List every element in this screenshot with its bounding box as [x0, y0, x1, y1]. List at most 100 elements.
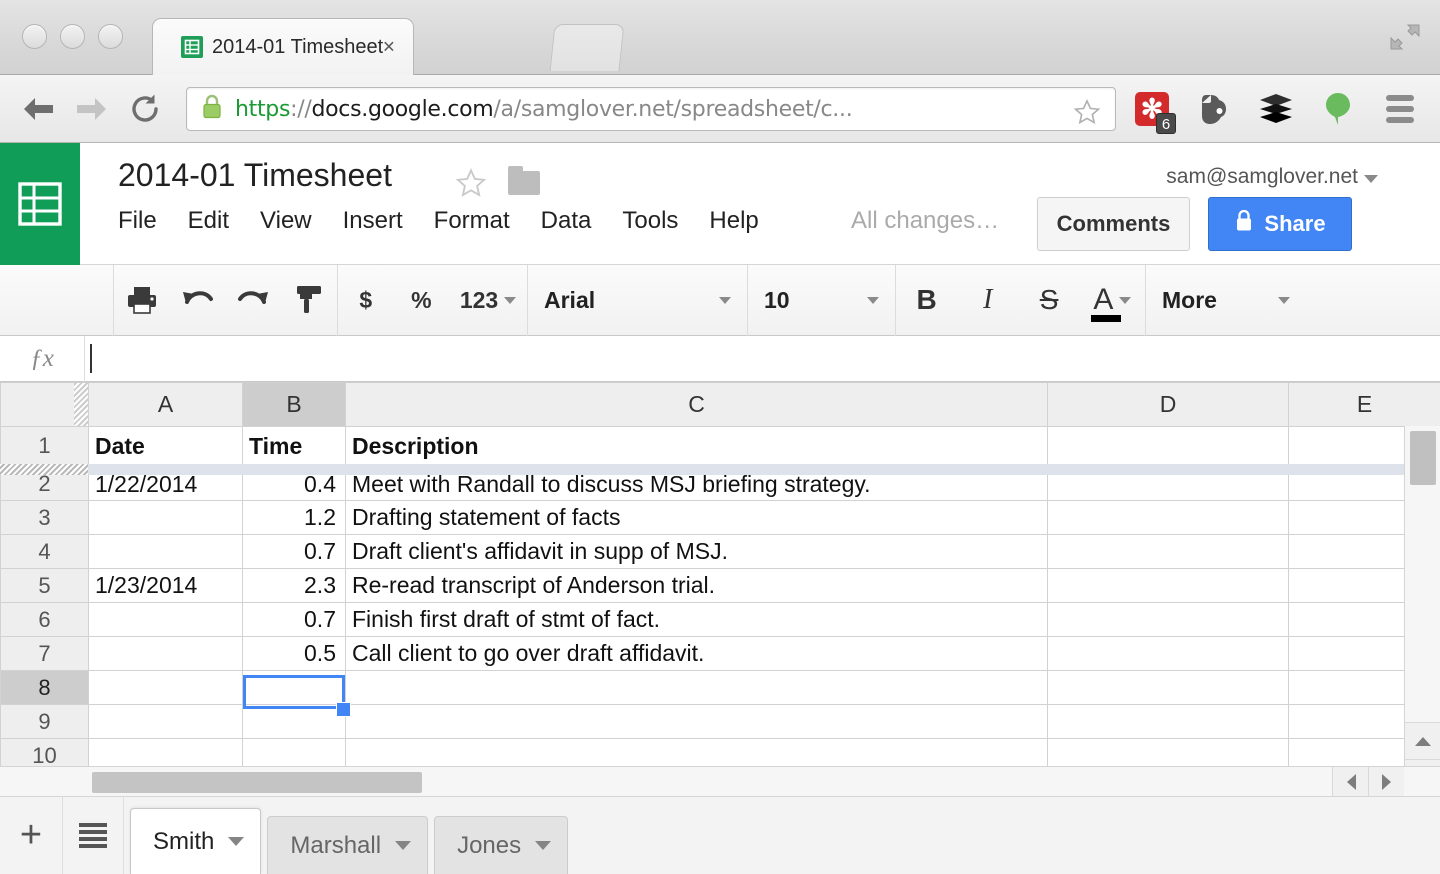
font-family-select[interactable]: Arial — [528, 265, 748, 336]
scroll-right-icon[interactable] — [1368, 767, 1404, 797]
cell-b7[interactable]: 0.5 — [243, 637, 346, 671]
chevron-down-icon[interactable] — [867, 297, 879, 304]
lastpass-icon[interactable]: ✻ 6 — [1130, 87, 1174, 131]
add-sheet-button[interactable]: + — [0, 796, 62, 874]
cell-a9[interactable] — [89, 705, 243, 739]
menu-item-edit[interactable]: Edit — [188, 207, 229, 235]
chrome-menu-icon[interactable] — [1378, 87, 1422, 131]
cell-c7[interactable]: Call client to go over draft affidavit. — [346, 637, 1048, 671]
row-header[interactable]: 6 — [1, 603, 89, 637]
cell-a6[interactable] — [89, 603, 243, 637]
reload-icon[interactable] — [124, 89, 166, 129]
scroll-up-icon[interactable] — [1405, 722, 1440, 759]
column-header-e[interactable]: E — [1289, 383, 1440, 427]
row-header-selected[interactable]: 8 — [1, 671, 89, 705]
function-icon[interactable]: ƒx — [0, 345, 84, 373]
cell-a5[interactable]: 1/23/2014 — [89, 569, 243, 603]
browser-tab-active[interactable]: 2014-01 Timesheet × — [152, 18, 414, 75]
formula-input[interactable] — [84, 336, 1440, 382]
italic-button[interactable]: I — [963, 265, 1013, 336]
text-color-button[interactable]: A — [1085, 265, 1139, 336]
cell-b2[interactable]: 0.4 — [243, 467, 346, 501]
print-icon[interactable] — [117, 265, 167, 336]
more-button[interactable]: More — [1146, 265, 1306, 336]
bookmark-star-icon[interactable] — [1073, 98, 1101, 131]
cell-d9[interactable] — [1048, 705, 1289, 739]
paint-format-icon[interactable] — [284, 265, 334, 336]
row-header[interactable]: 1 — [1, 427, 89, 467]
column-header-c[interactable]: C — [346, 383, 1048, 427]
cell-b5[interactable]: 2.3 — [243, 569, 346, 603]
horizontal-scrollbar[interactable] — [0, 766, 1440, 796]
new-tab-button[interactable] — [550, 24, 625, 71]
chevron-down-icon[interactable] — [535, 841, 551, 850]
cell-d6[interactable] — [1048, 603, 1289, 637]
row-header[interactable]: 7 — [1, 637, 89, 671]
chevron-down-icon[interactable] — [395, 841, 411, 850]
chevron-down-icon[interactable] — [228, 837, 244, 846]
menu-item-tools[interactable]: Tools — [622, 207, 678, 235]
row-header[interactable]: 3 — [1, 501, 89, 535]
cell-c4[interactable]: Draft client's affidavit in supp of MSJ. — [346, 535, 1048, 569]
cell-c1[interactable]: Description — [346, 427, 1048, 467]
page-title[interactable]: 2014-01 Timesheet — [118, 157, 392, 194]
select-all-corner[interactable] — [1, 383, 89, 427]
menu-item-data[interactable]: Data — [541, 207, 592, 235]
bold-button[interactable]: B — [902, 265, 952, 336]
cell-c5[interactable]: Re-read transcript of Anderson trial. — [346, 569, 1048, 603]
cell-d8[interactable] — [1048, 671, 1289, 705]
sheet-tab-marshall[interactable]: Marshall — [267, 816, 428, 874]
cell-a7[interactable] — [89, 637, 243, 671]
buffer-icon[interactable] — [1254, 87, 1298, 131]
chevron-down-icon[interactable] — [719, 297, 731, 304]
close-icon[interactable]: × — [383, 37, 395, 58]
cell-c6[interactable]: Finish first draft of stmt of fact. — [346, 603, 1048, 637]
fullscreen-icon[interactable] — [1388, 20, 1422, 54]
chevron-down-icon[interactable] — [1364, 175, 1378, 183]
undo-icon[interactable] — [173, 265, 223, 336]
row-header[interactable]: 4 — [1, 535, 89, 569]
cell-b6[interactable]: 0.7 — [243, 603, 346, 637]
cell-d1[interactable] — [1048, 427, 1289, 467]
cell-b8-selected[interactable] — [243, 671, 346, 705]
scroll-left-icon[interactable] — [1332, 767, 1368, 797]
back-icon[interactable] — [18, 89, 60, 129]
cell-a1[interactable]: Date — [89, 427, 243, 467]
menu-item-help[interactable]: Help — [709, 207, 758, 235]
cell-a4[interactable] — [89, 535, 243, 569]
menu-item-view[interactable]: View — [260, 207, 312, 235]
menu-item-insert[interactable]: Insert — [343, 207, 403, 235]
row-header[interactable]: 2 — [1, 467, 89, 501]
cell-d2[interactable] — [1048, 467, 1289, 501]
row-header[interactable]: 9 — [1, 705, 89, 739]
redo-icon[interactable] — [228, 265, 278, 336]
cell-b4[interactable]: 0.7 — [243, 535, 346, 569]
cell-c2[interactable]: Meet with Randall to discuss MSJ briefin… — [346, 467, 1048, 501]
address-bar[interactable]: https://docs.google.com/a/samglover.net/… — [186, 87, 1116, 131]
cell-d7[interactable] — [1048, 637, 1289, 671]
column-header-b[interactable]: B — [243, 383, 346, 427]
cell-c8[interactable] — [346, 671, 1048, 705]
forward-icon[interactable] — [70, 89, 112, 129]
star-icon[interactable] — [455, 167, 487, 204]
cell-c9[interactable] — [346, 705, 1048, 739]
column-header-d[interactable]: D — [1048, 383, 1289, 427]
sheet-tab-jones[interactable]: Jones — [434, 816, 568, 874]
cell-d3[interactable] — [1048, 501, 1289, 535]
column-header-a[interactable]: A — [89, 383, 243, 427]
percent-format-button[interactable]: % — [396, 265, 446, 336]
cell-b1[interactable]: Time — [243, 427, 346, 467]
cell-d5[interactable] — [1048, 569, 1289, 603]
font-size-select[interactable]: 10 — [748, 265, 896, 336]
cell-b9[interactable] — [243, 705, 346, 739]
number-format-button[interactable]: 123 — [452, 265, 524, 336]
spreadsheet-grid[interactable]: A B C D E 1 Date Time Description 2 — [0, 382, 1440, 796]
cell-c3[interactable]: Drafting statement of facts — [346, 501, 1048, 535]
comments-button[interactable]: Comments — [1037, 197, 1190, 251]
menu-item-file[interactable]: File — [118, 207, 157, 235]
menu-item-format[interactable]: Format — [434, 207, 510, 235]
chevron-down-icon[interactable] — [504, 297, 516, 304]
cell-a3[interactable] — [89, 501, 243, 535]
sheet-tab-smith[interactable]: Smith — [130, 808, 261, 874]
horizontal-scrollbar-thumb[interactable] — [92, 772, 422, 793]
